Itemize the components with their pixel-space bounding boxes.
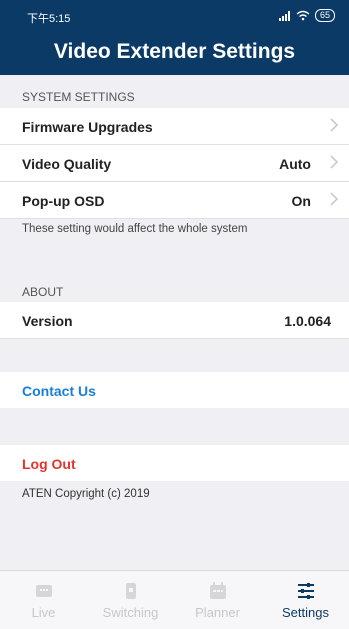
page-title: Video Extender Settings — [53, 40, 296, 63]
firmware-upgrades-row[interactable]: Firmware Upgrades — [0, 108, 349, 145]
tab-live[interactable]: Live — [0, 571, 87, 629]
version-row: Version 1.0.064 — [0, 302, 349, 339]
copyright-text: ATEN Copyright (c) 2019 — [22, 488, 150, 500]
planner-icon — [210, 582, 226, 599]
chevron-right-icon — [330, 192, 339, 206]
contact-us-row[interactable]: Contact Us — [0, 372, 349, 408]
status-icons: 65 — [278, 9, 335, 22]
system-settings-note: These setting would affect the whole sys… — [22, 223, 248, 235]
tab-planner-label: Planner — [195, 605, 240, 620]
popup-osd-value: On — [291, 193, 311, 209]
wifi-icon — [296, 10, 310, 21]
tab-switching[interactable]: Switching — [87, 571, 174, 629]
app-header: 下午5:15 65 Video Extender Settings — [0, 0, 349, 75]
video-quality-label: Video Quality — [22, 156, 112, 172]
signal-icon — [278, 10, 290, 21]
switching-icon — [126, 583, 136, 599]
tab-planner[interactable]: Planner — [174, 571, 261, 629]
contact-us-link[interactable]: Contact Us — [22, 383, 96, 399]
video-quality-value: Auto — [279, 156, 311, 172]
version-value: 1.0.064 — [284, 313, 331, 329]
video-quality-row[interactable]: Video Quality Auto — [0, 145, 349, 182]
tab-switching-label: Switching — [102, 605, 159, 620]
chevron-right-icon — [330, 118, 339, 132]
status-bar: 下午5:15 65 — [0, 8, 349, 28]
tab-settings-label: Settings — [282, 605, 329, 620]
popup-osd-row[interactable]: Pop-up OSD On — [0, 182, 349, 219]
battery-icon: 65 — [314, 9, 335, 22]
status-time: 下午5:15 — [27, 13, 71, 25]
tab-live-label: Live — [31, 605, 56, 620]
system-settings-header: SYSTEM SETTINGS — [22, 90, 135, 104]
firmware-upgrades-label: Firmware Upgrades — [22, 119, 153, 135]
live-icon — [36, 585, 52, 597]
popup-osd-label: Pop-up OSD — [22, 193, 105, 209]
log-out-row[interactable]: Log Out — [0, 445, 349, 481]
version-label: Version — [22, 313, 73, 329]
tab-settings[interactable]: Settings — [262, 571, 349, 629]
tab-bar: Live Switching Planner Settings — [0, 570, 349, 629]
settings-icon — [298, 583, 314, 599]
chevron-right-icon — [330, 155, 339, 169]
log-out-button[interactable]: Log Out — [22, 456, 76, 472]
